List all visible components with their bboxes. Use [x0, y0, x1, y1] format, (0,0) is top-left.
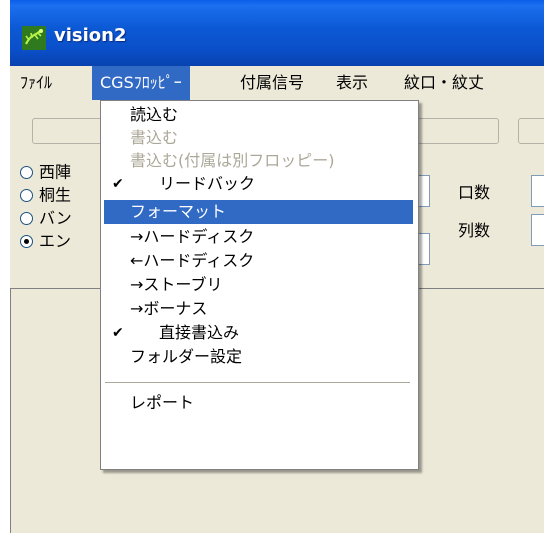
title-bar[interactable]: vision2: [10, 0, 544, 66]
kuchi-count-input[interactable]: [531, 175, 544, 207]
menu-cgs-floppy[interactable]: CGSﾌﾛｯﾋﾟｰ: [92, 66, 190, 100]
radio-circle: [20, 189, 33, 202]
menu-file[interactable]: ﾌｧｲﾙ: [12, 66, 60, 100]
app-window: vision2 ﾌｧｲﾙ CGSﾌﾛｯﾋﾟｰ 付属信号 表示 紋口・紋丈 西陣 …: [10, 0, 544, 533]
window-title: vision2: [54, 25, 127, 46]
menu-item-to-bonas[interactable]: →ボーナス: [104, 297, 413, 321]
retsu-count-label: 列数: [458, 221, 491, 240]
menu-item-to-hard-disk[interactable]: →ハードディスク: [104, 225, 413, 249]
cgs-floppy-menu: 読込む 書込む 書込む(付属は別フロッピー) ✔ リードバック フォーマット →…: [100, 100, 419, 470]
menu-item-readback[interactable]: ✔ リードバック: [104, 172, 413, 196]
menu-mon-guchi[interactable]: 紋口・紋丈: [396, 66, 492, 100]
kuchi-count-label: 口数: [458, 183, 491, 202]
top-right-button[interactable]: [518, 118, 544, 144]
menu-separator: [105, 382, 410, 384]
menu-bar: ﾌｧｲﾙ CGSﾌﾛｯﾋﾟｰ 付属信号 表示 紋口・紋丈: [10, 66, 544, 100]
menu-item-from-hard-disk[interactable]: ←ハードディスク: [104, 249, 413, 273]
menu-item-write[interactable]: 書込む: [104, 126, 413, 150]
menu-item-format[interactable]: フォーマット: [104, 200, 413, 224]
check-icon: ✔: [112, 325, 124, 341]
menu-item-to-staubli[interactable]: →ストーブリ: [104, 273, 413, 297]
menu-item-write-separate[interactable]: 書込む(付属は別フロッピー): [104, 149, 413, 173]
radio-nishijin[interactable]: 西陣: [20, 161, 71, 183]
menu-item-read[interactable]: 読込む: [104, 103, 413, 127]
check-icon: ✔: [112, 176, 124, 192]
lizard-icon: [22, 26, 46, 50]
menu-item-folder-settings[interactable]: フォルダー設定: [104, 345, 413, 369]
menu-item-direct-write[interactable]: ✔ 直接書込み: [104, 321, 413, 345]
radio-circle: [20, 166, 33, 179]
radio-kiryu[interactable]: 桐生: [20, 184, 71, 206]
radio-ban[interactable]: バン: [20, 207, 72, 229]
menu-auxiliary-signal[interactable]: 付属信号: [232, 66, 312, 100]
menu-view[interactable]: 表示: [328, 66, 376, 100]
retsu-count-input[interactable]: [531, 214, 544, 246]
radio-en[interactable]: エン: [20, 230, 71, 252]
radio-circle: [20, 212, 33, 225]
radio-circle-selected: [20, 235, 33, 248]
menu-item-report[interactable]: レポート: [104, 391, 413, 415]
